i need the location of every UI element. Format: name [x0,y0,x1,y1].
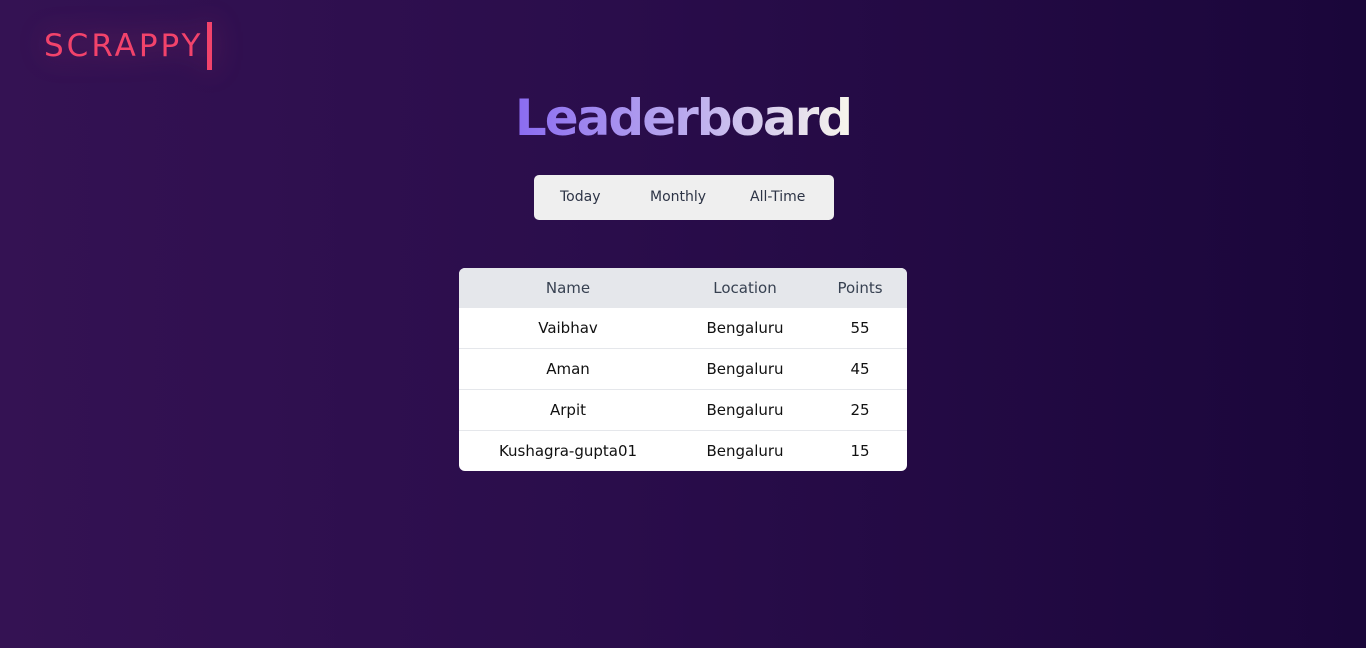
cell-points: 25 [850,400,870,419]
cell-location: Bengaluru [706,359,784,378]
column-header-name: Name [545,279,591,297]
tab-today[interactable]: Today [560,175,601,220]
table-row: Arpit Bengaluru 25 [459,389,907,430]
tab-monthly[interactable]: Monthly [650,175,706,220]
cell-points: 45 [850,359,870,378]
cell-points: 15 [850,441,870,460]
tab-all-time[interactable]: All-Time [750,175,805,220]
table-header-row: Name Location Points [459,268,907,308]
leaderboard-table: Name Location Points Vaibhav Bengaluru 5… [459,268,907,471]
cell-location: Bengaluru [706,441,784,460]
cell-points: 55 [850,318,870,337]
logo[interactable]: SCRAPPY [44,22,213,70]
table-row: Vaibhav Bengaluru 55 [459,308,907,348]
cell-location: Bengaluru [706,400,784,419]
page-title: Leaderboard [0,86,1366,150]
leaderboard-table-card: Name Location Points Vaibhav Bengaluru 5… [459,268,907,471]
cell-name: Kushagra-gupta01 [498,441,638,460]
cell-location: Bengaluru [706,318,784,337]
table-row: Aman Bengaluru 45 [459,348,907,389]
cell-name: Vaibhav [538,318,598,337]
logo-text: SCRAPPY [44,28,204,64]
cell-name: Arpit [550,400,586,419]
column-header-points: Points [837,279,883,297]
cell-name: Aman [546,359,590,378]
logo-cursor-bar [207,22,213,70]
column-header-location: Location [713,279,777,297]
table-row: Kushagra-gupta01 Bengaluru 15 [459,430,907,471]
page-title-text: Leaderboard [514,89,853,147]
time-range-tabs: Today Monthly All-Time [534,175,834,220]
